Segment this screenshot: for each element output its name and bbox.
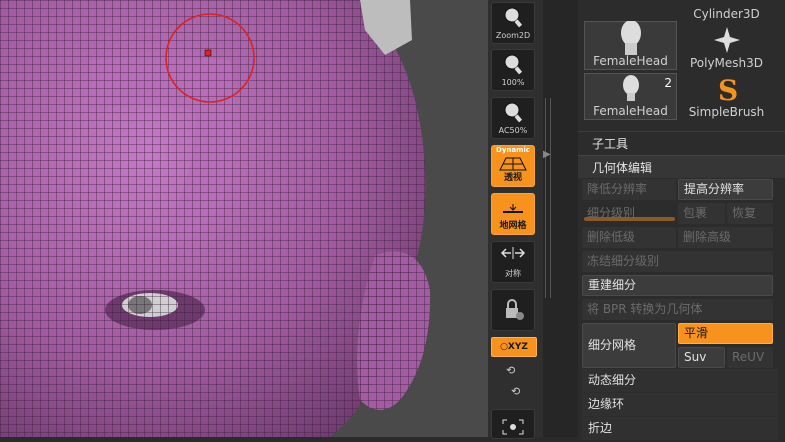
frame-button[interactable] — [491, 409, 535, 439]
ac50-label: AC50% — [498, 126, 528, 135]
delete-lower-button[interactable]: 删除低级 — [582, 227, 676, 248]
reuv-toggle[interactable]: ReUV — [727, 347, 773, 368]
actual-size-label: 100% — [501, 78, 525, 87]
head-thumbnail-icon — [585, 74, 676, 103]
symmetry-icon — [492, 245, 534, 269]
tool-name: Cylinder3D — [693, 7, 760, 21]
perspective-button[interactable]: Dynamic 透视 — [491, 145, 535, 187]
star-icon — [680, 24, 773, 55]
tool-femalehead-2[interactable]: 2 FemaleHead — [584, 73, 677, 120]
tool-name: PolyMesh3D — [689, 56, 764, 70]
s-brush-icon: S — [680, 73, 773, 104]
tool-name: SimpleBrush — [688, 105, 765, 119]
head-thumbnail-icon — [585, 20, 676, 55]
ac50-button[interactable]: AC50% — [491, 97, 535, 139]
svg-text:S: S — [718, 74, 738, 104]
zoom2d-label: Zoom2D — [495, 31, 531, 40]
divider-handle[interactable] — [545, 98, 551, 298]
tool-simplebrush[interactable]: S SimpleBrush — [680, 73, 773, 120]
tool-polymesh3d[interactable]: PolyMesh3D — [680, 24, 773, 71]
magnifier-icon — [492, 6, 534, 30]
freeze-sdiv-button[interactable]: 冻结细分级别 — [582, 251, 773, 272]
tool-name: FemaleHead — [593, 104, 668, 118]
3d-viewport[interactable] — [0, 0, 488, 437]
higher-res-button[interactable]: 提高分辨率 — [678, 179, 773, 200]
lock-icon — [492, 298, 534, 322]
head-model — [0, 0, 488, 437]
frame-icon — [492, 418, 534, 442]
xyz-rotation-button[interactable]: ○XYZ — [491, 337, 537, 357]
magnifier-icon — [492, 53, 534, 77]
bpr-to-geometry-button[interactable]: 将 BPR 转换为几何体 — [582, 299, 773, 320]
reconstruct-button[interactable]: 包裹 — [678, 203, 725, 224]
zoom2d-button[interactable]: Zoom2D — [491, 2, 535, 44]
magnifier-icon — [492, 101, 534, 125]
floor-grid-label: 地网格 — [499, 221, 527, 231]
lock-camera-button[interactable] — [491, 289, 535, 331]
rotate-z-icon[interactable]: ⟲ — [511, 385, 520, 398]
perspective-label: 透视 — [503, 173, 522, 183]
rotate-y-icon[interactable]: ⟲ — [506, 364, 515, 377]
smooth-toggle[interactable]: 平滑 — [678, 323, 773, 344]
subtool-count-badge: 2 — [664, 76, 672, 90]
brush-cursor-center — [204, 49, 212, 57]
edge-loop-section[interactable]: 边缘环 — [582, 393, 778, 416]
actual-size-button[interactable]: 100% — [491, 49, 535, 91]
geometry-title: 几何体编辑 — [592, 161, 653, 175]
symmetry-label: 对称 — [505, 269, 521, 278]
divide-button[interactable]: 细分网格 — [582, 323, 676, 368]
symmetry-button[interactable]: 对称 — [491, 241, 535, 283]
sdiv-slider[interactable] — [584, 217, 675, 221]
collapse-arrow-icon[interactable]: ▶ — [543, 149, 551, 160]
delete-higher-button[interactable]: 删除高级 — [678, 227, 773, 248]
tool-panel: FemaleHead Cylinder3D PolyMesh3D 2 Femal… — [578, 0, 785, 440]
dynamic-subdiv-section[interactable]: 动态细分 — [582, 369, 778, 392]
subtool-title: 子工具 — [592, 137, 629, 151]
subtool-header[interactable]: 子工具 — [578, 131, 785, 154]
tool-name: FemaleHead — [593, 54, 668, 68]
tool-cylinder3d[interactable]: Cylinder3D — [680, 0, 773, 24]
suv-toggle[interactable]: Suv — [678, 347, 725, 368]
geometry-header[interactable]: 几何体编辑 — [578, 155, 785, 178]
tool-femalehead[interactable]: FemaleHead — [584, 20, 677, 70]
right-shelf-toolbar: Zoom2D 100% AC50% Dynamic 透视 地网格 对称 ○XYZ… — [488, 0, 543, 439]
lower-res-button[interactable]: 降低分辨率 — [582, 179, 676, 200]
floor-grid-button[interactable]: 地网格 — [491, 193, 535, 235]
restore-button[interactable]: 恢复 — [727, 203, 773, 224]
dynamic-label: Dynamic — [496, 146, 530, 154]
rebuild-subdiv-button[interactable]: 重建细分 — [582, 275, 773, 296]
panel-divider[interactable]: ▶ — [543, 0, 578, 437]
